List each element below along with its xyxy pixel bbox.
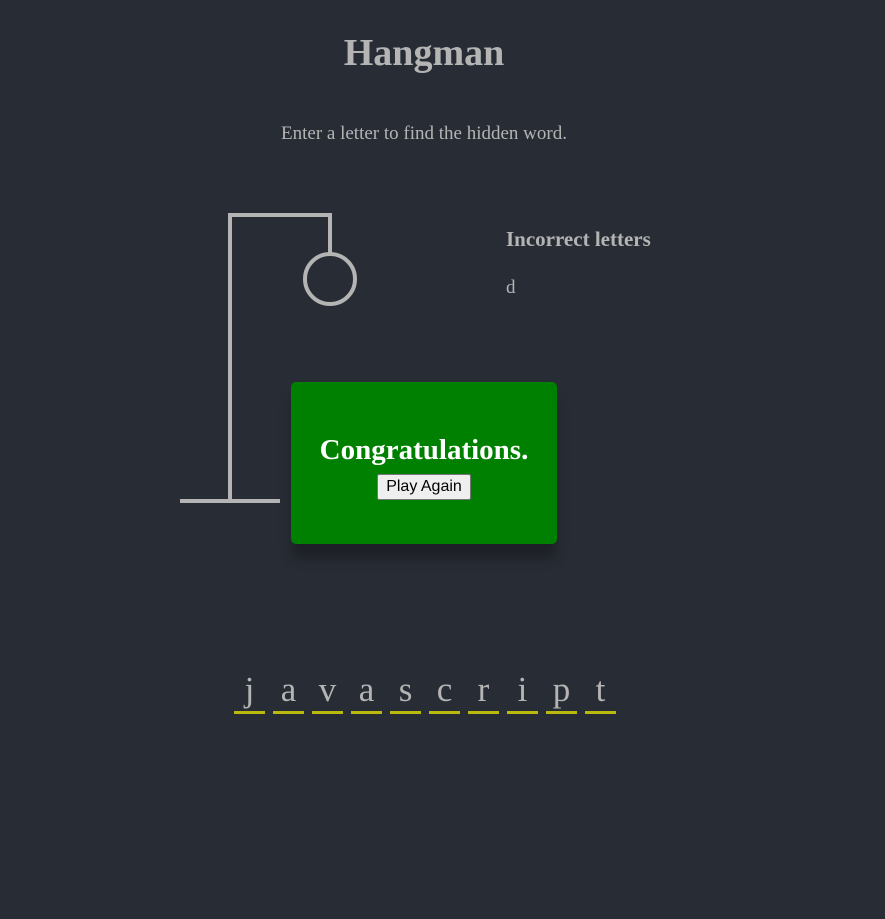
page-title: Hangman: [343, 32, 505, 74]
word-letter: j: [234, 668, 265, 714]
figure-head: [303, 252, 357, 306]
word-letter: r: [468, 668, 499, 714]
play-again-button[interactable]: Play Again: [377, 474, 471, 500]
result-popup: Congratulations. Play Again: [291, 382, 557, 544]
word-letter: a: [273, 668, 304, 714]
word-letter: a: [351, 668, 382, 714]
word-letter: p: [546, 668, 577, 714]
word-letter: v: [312, 668, 343, 714]
result-message: Congratulations.: [319, 434, 529, 466]
word-letter: i: [507, 668, 538, 714]
wrong-letters-title: Incorrect letters: [506, 227, 651, 251]
hidden-word: j a v a s c r i p t: [234, 668, 624, 714]
instructions-text: Enter a letter to find the hidden word.: [281, 123, 567, 144]
word-letter: t: [585, 668, 616, 714]
wrong-letters-panel: Incorrect letters d: [506, 224, 651, 300]
word-letter: s: [390, 668, 421, 714]
wrong-letters-list: d: [506, 277, 516, 298]
word-letter: c: [429, 668, 460, 714]
